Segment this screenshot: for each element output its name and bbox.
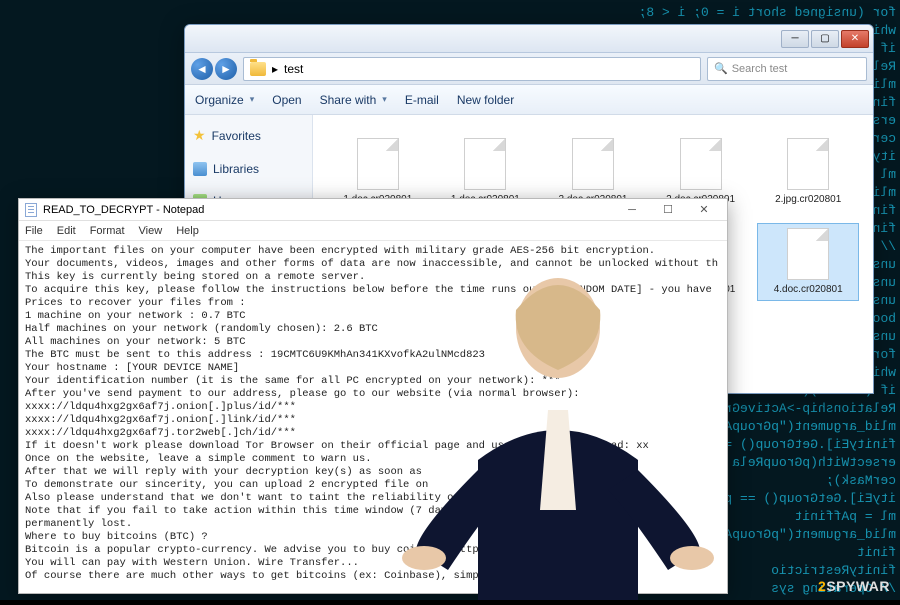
- notepad-icon: [25, 203, 37, 217]
- notepad-maximize-button[interactable]: ☐: [651, 201, 685, 219]
- notepad-title: READ_TO_DECRYPT - Notepad: [43, 204, 204, 216]
- toolbar-email[interactable]: E-mail: [405, 93, 439, 107]
- toolbar-open[interactable]: Open: [272, 93, 301, 107]
- notepad-titlebar: READ_TO_DECRYPT - Notepad ─ ☐ ✕: [19, 199, 727, 221]
- menu-help[interactable]: Help: [176, 225, 199, 237]
- file-icon: [787, 228, 829, 280]
- toolbar-newfolder[interactable]: New folder: [457, 93, 514, 107]
- maximize-button[interactable]: ▢: [811, 30, 839, 48]
- favorites-icon: ★: [193, 127, 206, 144]
- notepad-window: READ_TO_DECRYPT - Notepad ─ ☐ ✕ File Edi…: [18, 198, 728, 594]
- nav-back-button[interactable]: ◄: [191, 58, 213, 80]
- address-bar: ◄ ► ▸ test 🔍 Search test: [185, 53, 873, 85]
- watermark-text: SPYWAR: [826, 578, 890, 594]
- sidebar-item-libraries[interactable]: Libraries: [191, 158, 306, 180]
- search-input[interactable]: 🔍 Search test: [707, 57, 867, 81]
- explorer-titlebar: ─ ▢ ✕: [185, 25, 873, 53]
- libraries-icon: [193, 162, 207, 176]
- menu-file[interactable]: File: [25, 225, 43, 237]
- file-name: 2.jpg.cr020801: [775, 194, 841, 206]
- sidebar-item-label: Libraries: [213, 162, 259, 176]
- file-icon: [680, 138, 722, 190]
- file-icon: [357, 138, 399, 190]
- file-name: 4.doc.cr020801: [774, 284, 843, 296]
- sidebar-item-label: Favorites: [212, 129, 261, 143]
- explorer-toolbar: Organize Open Share with E-mail New fold…: [185, 85, 873, 115]
- sidebar-item-favorites[interactable]: ★ Favorites: [191, 123, 306, 148]
- minimize-button[interactable]: ─: [781, 30, 809, 48]
- menu-view[interactable]: View: [139, 225, 163, 237]
- folder-icon: [250, 62, 266, 76]
- search-placeholder: Search test: [732, 63, 788, 75]
- toolbar-share[interactable]: Share with: [320, 93, 387, 107]
- file-icon: [572, 138, 614, 190]
- watermark: 2SPYWAR: [818, 578, 890, 594]
- notepad-text-area[interactable]: The important files on your computer hav…: [19, 241, 727, 593]
- notepad-close-button[interactable]: ✕: [687, 201, 721, 219]
- menu-format[interactable]: Format: [90, 225, 125, 237]
- breadcrumb-separator: ▸: [272, 62, 278, 76]
- close-button[interactable]: ✕: [841, 30, 869, 48]
- menu-edit[interactable]: Edit: [57, 225, 76, 237]
- file-item[interactable]: 4.doc.cr020801: [757, 223, 859, 301]
- breadcrumb-current: test: [284, 62, 303, 76]
- nav-forward-button[interactable]: ►: [215, 58, 237, 80]
- toolbar-organize[interactable]: Organize: [195, 93, 254, 107]
- file-icon: [787, 138, 829, 190]
- file-item[interactable]: 2.jpg.cr020801: [757, 133, 859, 211]
- notepad-minimize-button[interactable]: ─: [615, 201, 649, 219]
- notepad-menubar: File Edit Format View Help: [19, 221, 727, 241]
- breadcrumb[interactable]: ▸ test: [243, 57, 701, 81]
- search-icon: 🔍: [714, 62, 728, 75]
- file-icon: [464, 138, 506, 190]
